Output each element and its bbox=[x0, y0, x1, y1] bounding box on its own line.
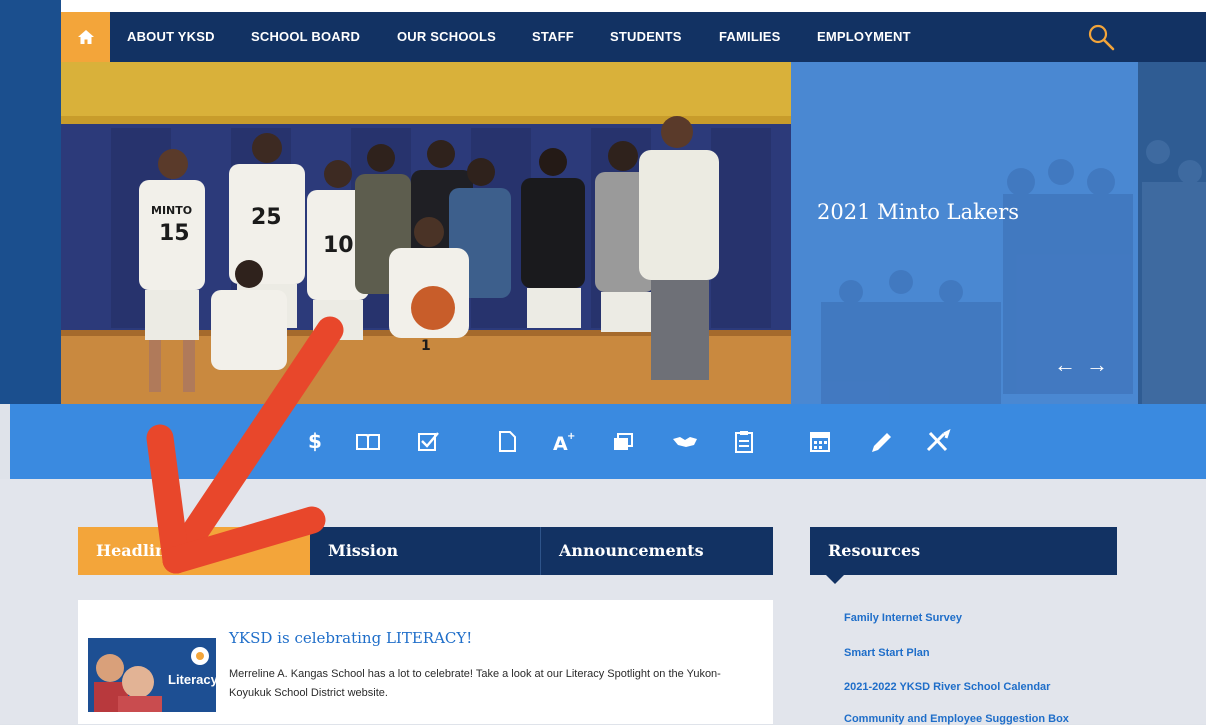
nav-our-schools[interactable]: OUR SCHOOLS bbox=[397, 12, 496, 62]
hero-slide-title: 2021 Minto Lakers bbox=[817, 200, 1020, 224]
pencil-icon[interactable] bbox=[866, 424, 896, 458]
nav-employment[interactable]: EMPLOYMENT bbox=[817, 12, 911, 62]
resources-header: Resources bbox=[810, 527, 1117, 575]
top-strip bbox=[61, 0, 1206, 12]
home-button[interactable] bbox=[61, 12, 110, 62]
grades-icon[interactable]: A + bbox=[549, 424, 579, 458]
headline-body: Merreline A. Kangas School has a lot to … bbox=[229, 668, 721, 699]
tools-icon[interactable] bbox=[922, 424, 952, 458]
tab-announcements[interactable]: Announcements bbox=[540, 527, 773, 575]
handshake-icon[interactable] bbox=[670, 424, 700, 458]
tab-mission[interactable]: Mission bbox=[310, 527, 540, 575]
book-icon[interactable] bbox=[353, 424, 383, 458]
clipboard-icon[interactable] bbox=[729, 424, 759, 458]
books-icon[interactable] bbox=[608, 424, 638, 458]
preview-illustration bbox=[1138, 62, 1206, 404]
jersey-number-15: 15 bbox=[159, 221, 190, 246]
dollar-icon[interactable]: $ bbox=[299, 424, 329, 458]
jersey-text-minto: MINTO bbox=[151, 204, 192, 217]
calendar-icon[interactable] bbox=[805, 424, 835, 458]
thumbnail-literacy-label: Literacy bbox=[168, 672, 216, 687]
left-edge-band bbox=[0, 0, 61, 404]
next-slide-button[interactable]: → bbox=[1084, 352, 1110, 378]
tab-headlines[interactable]: Headlines bbox=[78, 527, 310, 575]
nav-about-yksd[interactable]: ABOUT YKSD bbox=[127, 12, 215, 62]
search-icon[interactable] bbox=[1086, 22, 1116, 52]
nav-students[interactable]: STUDENTS bbox=[610, 12, 682, 62]
jersey-number-10: 10 bbox=[323, 233, 354, 258]
hero-next-slide-preview bbox=[1138, 62, 1206, 404]
nav-staff[interactable]: STAFF bbox=[532, 12, 574, 62]
jersey-number-1: 1 bbox=[421, 338, 431, 354]
headline-thumbnail[interactable]: Literacy bbox=[88, 638, 216, 712]
jersey-number-25: 25 bbox=[251, 205, 282, 230]
resource-link-river-school-calendar[interactable]: 2021-2022 YKSD River School Calendar bbox=[844, 681, 1050, 693]
nav-school-board[interactable]: SCHOOL BOARD bbox=[251, 12, 360, 62]
headline-title[interactable]: YKSD is celebrating LITERACY! bbox=[229, 629, 472, 647]
resource-link-suggestion-box[interactable]: Community and Employee Suggestion Box bbox=[844, 713, 1069, 725]
svg-text:$: $ bbox=[308, 429, 322, 453]
svg-text:A: A bbox=[553, 433, 568, 455]
prev-slide-button[interactable]: ← bbox=[1052, 352, 1078, 378]
team-photo-illustration: MINTO 15 25 10 1 bbox=[61, 62, 791, 404]
hero-slide-photo[interactable]: MINTO 15 25 10 1 bbox=[61, 62, 791, 404]
nav-families[interactable]: FAMILIES bbox=[719, 12, 781, 62]
svg-text:+: + bbox=[567, 431, 575, 442]
home-icon bbox=[77, 30, 94, 44]
resources-header-pointer bbox=[826, 575, 844, 584]
checkbox-icon[interactable] bbox=[413, 424, 443, 458]
document-icon[interactable] bbox=[492, 424, 522, 458]
resource-link-smart-start-plan[interactable]: Smart Start Plan bbox=[844, 647, 930, 659]
resource-link-family-internet-survey[interactable]: Family Internet Survey bbox=[844, 612, 962, 624]
